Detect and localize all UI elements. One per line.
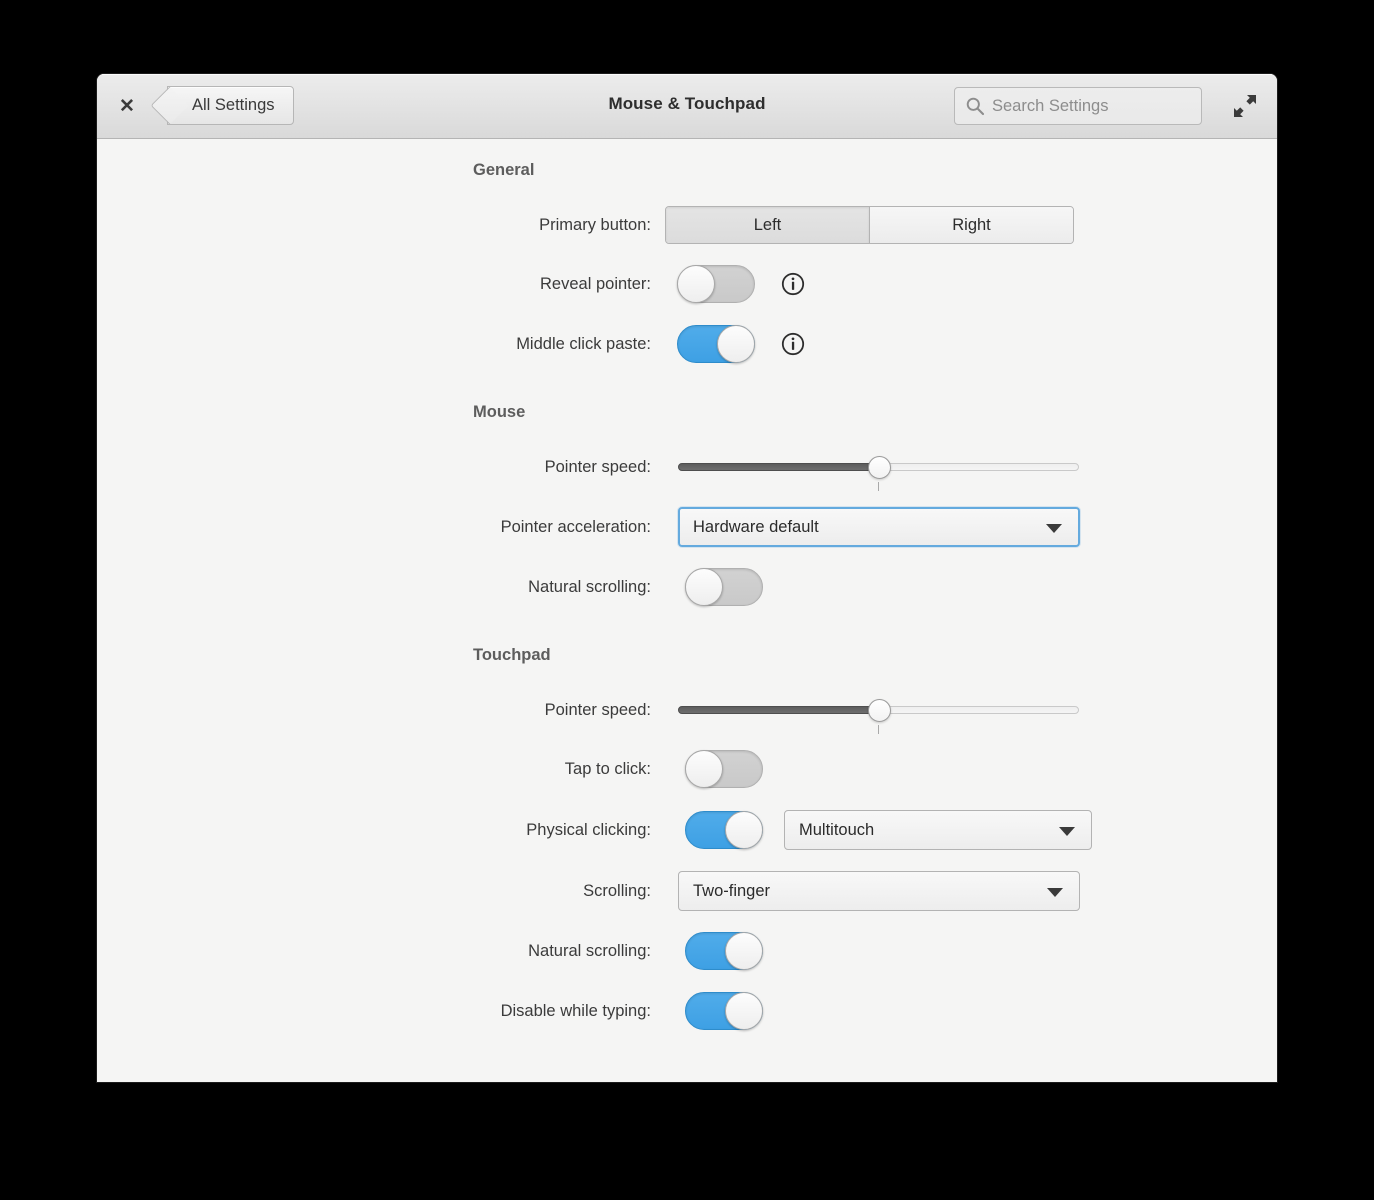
settings-content: General Primary button: Left Right Revea…: [97, 139, 1277, 1082]
label-physical-clicking: Physical clicking:: [526, 820, 651, 839]
label-scrolling: Scrolling:: [583, 881, 651, 900]
toggle-disable-while-typing[interactable]: [685, 992, 763, 1030]
row-physical-clicking: Physical clicking: Multitouch: [97, 810, 1092, 850]
primary-button-segmented-control[interactable]: Left Right: [665, 206, 1074, 244]
section-header-touchpad: Touchpad: [473, 646, 551, 664]
row-touchpad-pointer-speed: Pointer speed:: [97, 690, 1079, 734]
slider-handle[interactable]: [868, 699, 891, 722]
row-mouse-natural-scrolling: Natural scrolling:: [97, 567, 763, 607]
label-mouse-pointer-speed: Pointer speed:: [544, 457, 651, 476]
toggle-knob: [677, 265, 715, 303]
label-pointer-acceleration: Pointer acceleration:: [500, 517, 651, 536]
toggle-knob: [685, 750, 723, 788]
toggle-knob: [717, 325, 755, 363]
dropdown-pointer-acceleration-value: Hardware default: [693, 517, 819, 536]
primary-button-option-right[interactable]: Right: [870, 207, 1073, 243]
toggle-mouse-natural-scrolling[interactable]: [685, 568, 763, 606]
slider-tick: [878, 482, 879, 491]
info-icon-middle-click-paste[interactable]: [781, 332, 805, 356]
row-disable-while-typing: Disable while typing:: [97, 991, 763, 1031]
chevron-down-icon: [1047, 888, 1063, 897]
section-header-general: General: [473, 161, 535, 179]
toggle-knob: [725, 811, 763, 849]
maximize-icon[interactable]: [1231, 92, 1259, 120]
row-primary-button: Primary button: Left Right: [97, 205, 1074, 245]
info-icon-reveal-pointer[interactable]: [781, 272, 805, 296]
slider-tick: [878, 725, 879, 734]
dropdown-scrolling-value: Two-finger: [693, 881, 771, 900]
label-disable-while-typing: Disable while typing:: [500, 1001, 651, 1020]
toggle-knob: [725, 932, 763, 970]
toggle-tap-to-click[interactable]: [685, 750, 763, 788]
row-tap-to-click: Tap to click:: [97, 749, 763, 789]
row-pointer-acceleration: Pointer acceleration: Hardware default: [97, 507, 1080, 547]
row-mouse-pointer-speed: Pointer speed:: [97, 447, 1079, 491]
label-touchpad-pointer-speed: Pointer speed:: [544, 700, 651, 719]
settings-window: ✕ All Settings Mouse & Touchpad Search S…: [97, 74, 1277, 1082]
search-placeholder-text: Search Settings: [992, 96, 1109, 115]
toggle-middle-click-paste[interactable]: [677, 325, 755, 363]
primary-button-option-left[interactable]: Left: [666, 207, 870, 243]
label-tap-to-click: Tap to click:: [564, 759, 651, 778]
all-settings-back-label: All Settings: [192, 96, 275, 114]
toggle-touchpad-natural-scrolling[interactable]: [685, 932, 763, 970]
chevron-down-icon: [1046, 524, 1062, 533]
slider-fill: [678, 463, 879, 471]
search-settings-input[interactable]: Search Settings: [954, 87, 1202, 125]
label-middle-click-paste: Middle click paste:: [516, 334, 651, 353]
dropdown-pointer-acceleration[interactable]: Hardware default: [678, 507, 1080, 547]
label-touchpad-natural-scrolling: Natural scrolling:: [528, 941, 651, 960]
dropdown-physical-clicking-mode[interactable]: Multitouch: [784, 810, 1092, 850]
row-middle-click-paste: Middle click paste:: [97, 324, 805, 364]
dropdown-physical-clicking-value: Multitouch: [799, 820, 875, 839]
label-primary-button: Primary button:: [539, 215, 651, 234]
slider-handle[interactable]: [868, 456, 891, 479]
window-header-bar: ✕ All Settings Mouse & Touchpad Search S…: [97, 74, 1277, 139]
dropdown-scrolling[interactable]: Two-finger: [678, 871, 1080, 911]
toggle-reveal-pointer[interactable]: [677, 265, 755, 303]
toggle-knob: [685, 568, 723, 606]
slider-fill: [678, 706, 879, 714]
toggle-physical-clicking[interactable]: [685, 811, 763, 849]
toggle-knob: [725, 992, 763, 1030]
label-reveal-pointer: Reveal pointer:: [540, 274, 651, 293]
section-header-mouse: Mouse: [473, 403, 526, 421]
slider-mouse-pointer-speed[interactable]: [678, 448, 1079, 491]
slider-touchpad-pointer-speed[interactable]: [678, 691, 1079, 734]
label-mouse-natural-scrolling: Natural scrolling:: [528, 577, 651, 596]
row-scrolling: Scrolling: Two-finger: [97, 871, 1080, 911]
search-icon: [965, 96, 985, 116]
row-reveal-pointer: Reveal pointer:: [97, 264, 805, 304]
row-touchpad-natural-scrolling: Natural scrolling:: [97, 931, 763, 971]
chevron-down-icon: [1059, 827, 1075, 836]
